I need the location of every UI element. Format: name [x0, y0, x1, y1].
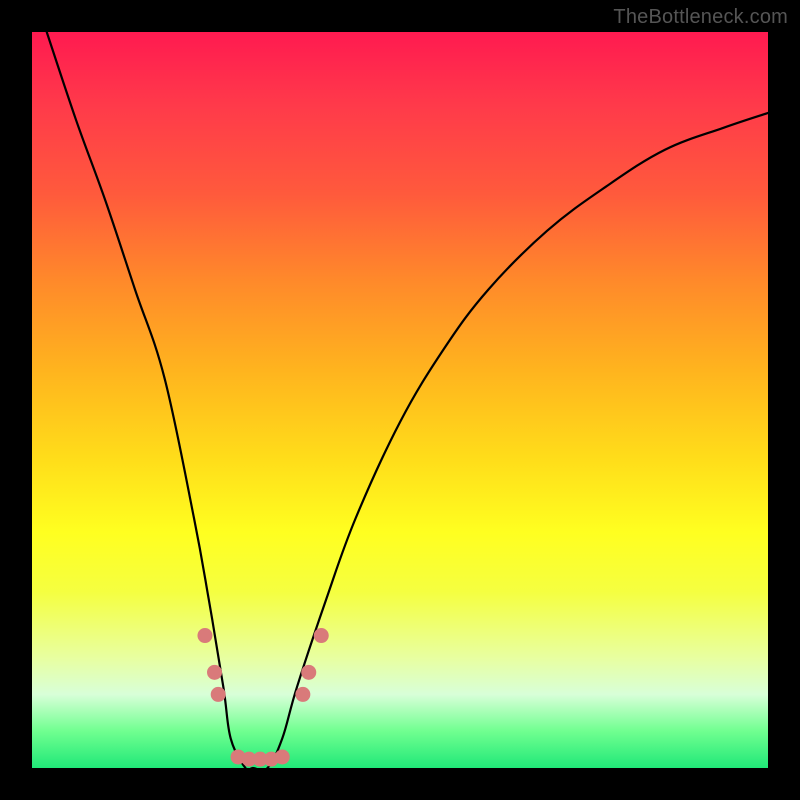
highlight-dot [211, 687, 226, 702]
highlight-dot [314, 628, 329, 643]
highlight-dot [301, 665, 316, 680]
watermark-text: TheBottleneck.com [613, 6, 788, 29]
highlight-dot [295, 687, 310, 702]
chart-svg [32, 32, 768, 768]
highlight-dot [275, 749, 290, 764]
plot-area [32, 32, 768, 768]
outer-frame: TheBottleneck.com [0, 0, 800, 800]
bottleneck-curve [47, 32, 768, 770]
highlight-dot [207, 665, 222, 680]
highlight-dot [197, 628, 212, 643]
